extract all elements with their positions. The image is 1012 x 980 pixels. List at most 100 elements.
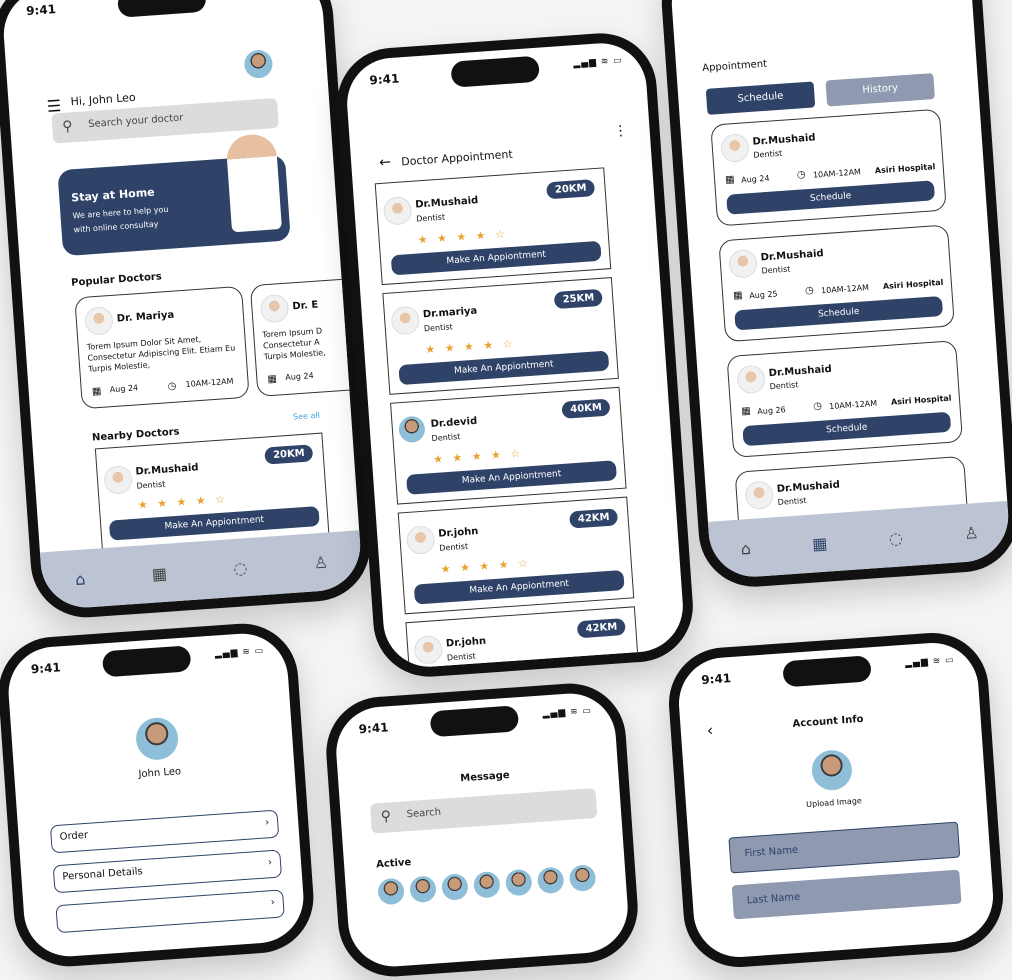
tab-history[interactable]: History (825, 73, 935, 107)
appointment-date: Aug 24 (285, 371, 314, 382)
chevron-right-icon: › (267, 857, 273, 869)
doctor-name: Dr.Mushaid (768, 363, 833, 380)
more-icon[interactable]: ⋮ (613, 123, 628, 140)
back-arrow-icon[interactable]: ← (379, 154, 392, 171)
popular-title: Popular Doctors (70, 271, 163, 289)
search-input[interactable]: ⚲ Search (369, 787, 598, 834)
popular-card[interactable]: Dr. E Torem Ipsum D Consectetur A Turpis… (249, 276, 364, 397)
last-name-field[interactable]: Last Name (731, 869, 962, 920)
doctor-specialty: Dentist (753, 148, 783, 160)
distance-badge: 20KM (264, 444, 314, 465)
schedule-card[interactable]: Dr.Mushaid Dentist ▦ Aug 26 ◷ 10AM-12AM … (726, 340, 963, 458)
rating-stars: ★ ★ ★ ★ ☆ (440, 556, 532, 576)
doctor-card[interactable]: Dr.john Dentist 42KM ★ ★ ★ ★ ☆ Make An A… (397, 496, 635, 615)
home-icon[interactable]: ⌂ (740, 538, 751, 558)
chat-icon[interactable]: ◌ (233, 558, 248, 578)
doctor-name: Dr.Mushaid (135, 462, 199, 478)
doctor-name: Dr.Mushaid (752, 132, 816, 148)
profile-screen: 9:41 ▂▄▆ ≋ ▭ John Leo Order › Personal D… (5, 630, 307, 960)
user-avatar[interactable] (134, 716, 180, 762)
phone-account: 9:41 ▂▄▆ ≋ ▭ ‹ Account Info Upload Image… (665, 629, 1007, 971)
page-title: Message (459, 769, 510, 785)
last-name-placeholder: Last Name (746, 891, 801, 907)
page-title: Account Info (792, 713, 864, 730)
schedule-button[interactable]: Schedule (726, 180, 936, 215)
active-user-avatar[interactable] (409, 875, 437, 904)
nearby-title: Nearby Doctors (91, 426, 180, 444)
appointment-date: Aug 25 (748, 289, 778, 301)
back-chevron-icon[interactable]: ‹ (706, 720, 714, 739)
active-user-avatar[interactable] (377, 877, 405, 906)
schedule-button[interactable]: Schedule (734, 295, 944, 331)
status-time: 9:41 (369, 71, 400, 88)
first-name-field[interactable]: First Name (728, 821, 961, 874)
doctor-specialty: Dentist (769, 380, 799, 392)
search-placeholder: Search (406, 806, 442, 821)
doctor-bio: Torem Ipsum Dolor Sit Amet, Consectetur … (86, 334, 236, 374)
home-icon[interactable]: ⌂ (75, 569, 86, 589)
user-avatar[interactable] (810, 748, 854, 792)
schedule-button[interactable]: Schedule (742, 411, 952, 447)
doctor-bio: Torem Ipsum D Consectetur A Turpis Moles… (262, 326, 327, 362)
chat-icon[interactable]: ◌ (888, 528, 903, 548)
status-icons: ▂▄▆ ≋ ▭ (214, 646, 265, 660)
see-all-link[interactable]: See all (293, 411, 320, 422)
active-users (377, 864, 597, 906)
appointment-date: Aug 26 (757, 405, 786, 417)
menu-item-label: Order (59, 829, 89, 843)
status-time: 9:41 (25, 2, 57, 19)
menu-item-more[interactable]: › (55, 889, 285, 934)
doctor-card[interactable]: Dr.mariya Dentist 25KM ★ ★ ★ ★ ☆ Make An… (382, 277, 619, 395)
doctor-card[interactable]: Dr.Mushaid Dentist 20KM ★ ★ ★ ★ ☆ Make A… (374, 167, 612, 286)
calendar-icon[interactable]: ▦ (151, 563, 167, 583)
schedule-card[interactable]: Dr.Mushaid Dentist ▦ Aug 25 ◷ 10AM-12AM … (718, 224, 955, 343)
doctor-name: Dr. E (292, 299, 319, 313)
clock-icon: ◷ (796, 169, 807, 181)
profile-icon[interactable]: ♙ (964, 523, 980, 543)
doctor-avatar (398, 415, 426, 444)
rating-stars: ★ ★ ★ ★ ☆ (424, 336, 516, 357)
rating-stars: ★ ★ ★ ★ ☆ (417, 227, 509, 247)
doctor-avatar (382, 195, 413, 226)
calendar-icon: ▦ (91, 385, 102, 398)
active-user-avatar[interactable] (536, 866, 565, 895)
status-icons: ▂▄▆ ≋ ▭ (904, 655, 955, 669)
nearby-card[interactable]: Dr.Mushaid Dentist 20KM ★ ★ ★ ★ ☆ Make A… (94, 432, 330, 551)
chevron-right-icon: › (270, 896, 276, 909)
doctor-card[interactable]: Dr.john Dentist 42KM ★ ★ ★ ★ ☆ (405, 606, 642, 670)
active-user-avatar[interactable] (441, 873, 469, 901)
banner-line-1: We are here to help you (72, 204, 169, 221)
popular-card[interactable]: Dr. Mariya Torem Ipsum Dolor Sit Amet, C… (74, 285, 250, 410)
user-avatar[interactable] (243, 49, 274, 80)
banner-card[interactable]: Stay at Home We are here to help you wit… (57, 133, 291, 257)
profile-icon[interactable]: ♙ (313, 552, 329, 572)
clock-icon: ◷ (804, 284, 815, 297)
menu-item-order[interactable]: Order › (49, 809, 280, 854)
calendar-icon[interactable]: ▦ (812, 533, 828, 553)
doctor-card[interactable]: Dr.devid Dentist 40KM ★ ★ ★ ★ ☆ Make An … (390, 386, 627, 505)
schedule-screen: Appointment Schedule History Dr.Mushaid … (668, 0, 1012, 580)
doctor-name: Dr.Mushaid (760, 248, 824, 264)
doctor-specialty: Dentist (415, 212, 446, 224)
upload-image-link[interactable]: Upload Image (806, 796, 862, 809)
dynamic-island (782, 655, 872, 688)
doctor-avatar (259, 293, 290, 324)
tab-schedule[interactable]: Schedule (705, 81, 816, 115)
active-user-avatar[interactable] (568, 864, 597, 892)
doctor-avatar (84, 305, 114, 336)
appointment-time: 10AM-12AM (820, 283, 870, 296)
doctor-avatar (413, 634, 444, 665)
dynamic-island (101, 645, 192, 678)
status-time: 9:41 (30, 660, 62, 677)
schedule-card[interactable]: Dr.Mushaid Dentist ▦ Aug 24 ◷ 10AM-12AM … (710, 108, 947, 227)
rating-stars: ★ ★ ★ ★ ☆ (137, 492, 229, 512)
search-icon: ⚲ (61, 118, 74, 135)
active-user-avatar[interactable] (504, 868, 533, 897)
active-user-avatar[interactable] (472, 870, 501, 899)
menu-item-personal-details[interactable]: Personal Details › (52, 849, 283, 894)
calendar-icon: ▦ (724, 174, 735, 186)
hospital-name: Asiri Hospital (882, 277, 944, 292)
appointment-time: 10AM-12AM (828, 398, 878, 412)
phone-message: 9:41 ▂▄▆ ≋ ▭ Message ⚲ Search Active (322, 679, 642, 980)
doctor-specialty: Dentist (446, 651, 477, 663)
